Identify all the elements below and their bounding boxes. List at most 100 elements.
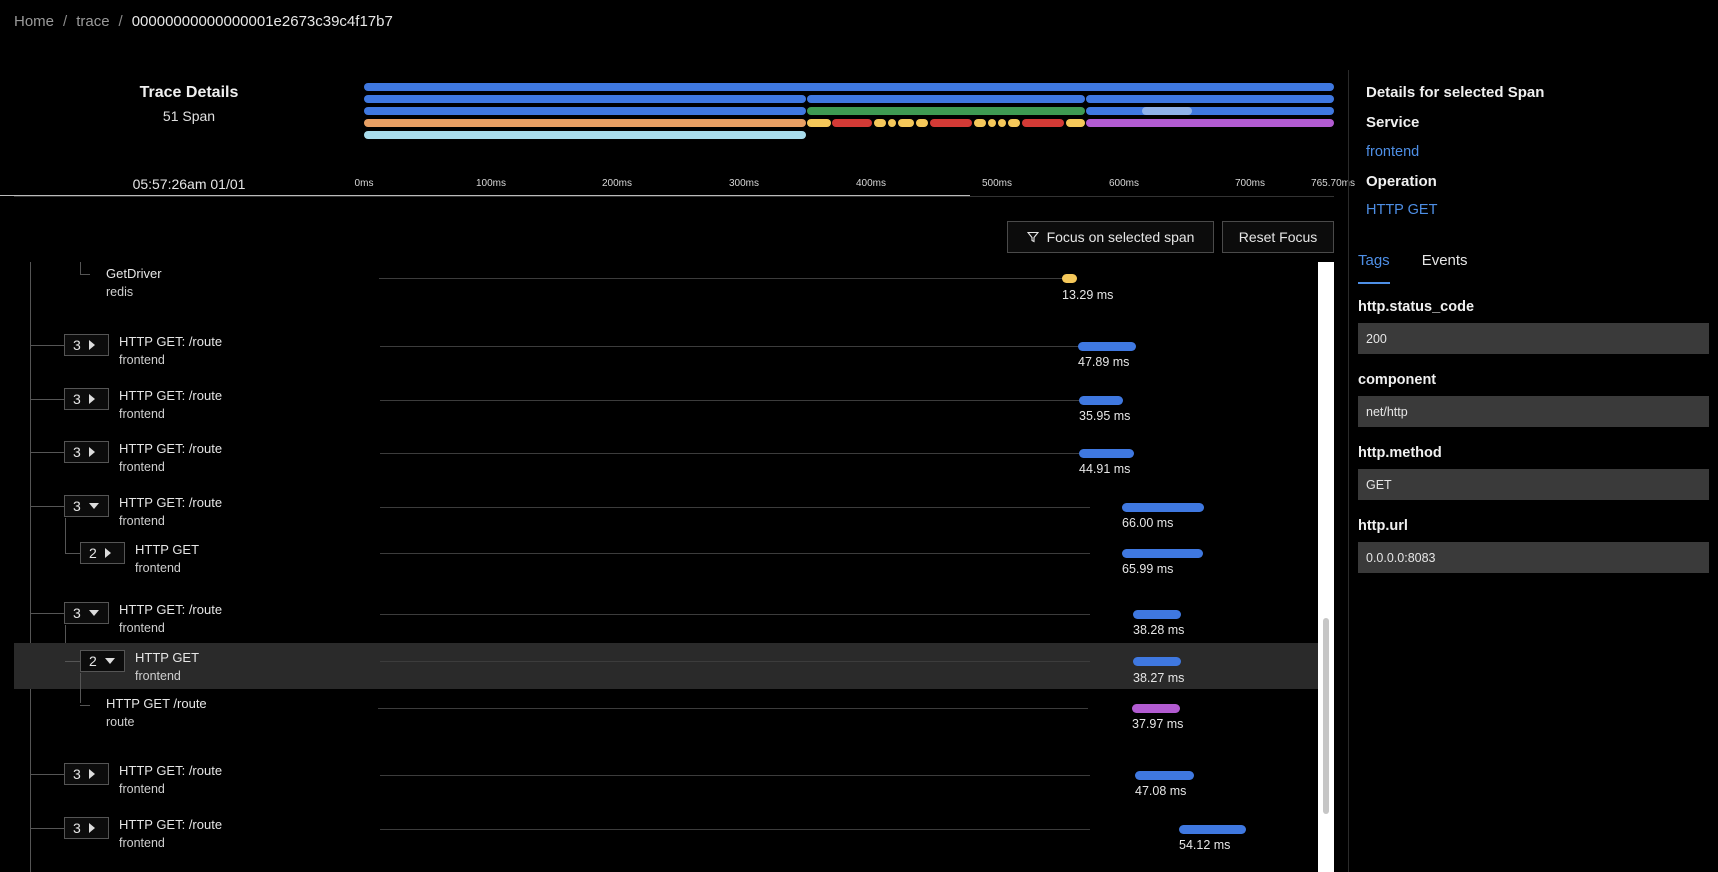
focus-selected-span-button[interactable]: Focus on selected span — [1007, 221, 1214, 253]
breadcrumb-trace[interactable]: trace — [76, 13, 109, 30]
breadcrumb: Home / trace / 00000000000000001e2673c39… — [14, 13, 393, 30]
tree-connector — [65, 661, 80, 662]
span-service: frontend — [119, 514, 165, 528]
span-track — [380, 553, 1090, 554]
minimap-bar — [1022, 119, 1064, 127]
expand-toggle[interactable]: 3 — [64, 334, 109, 356]
expand-toggle[interactable]: 2 — [80, 650, 125, 672]
breadcrumb-separator: / — [63, 13, 68, 30]
tag-value[interactable]: GET — [1358, 469, 1709, 500]
span-bar[interactable] — [1132, 704, 1180, 713]
span-bar[interactable] — [1078, 342, 1136, 351]
tree-connector — [31, 506, 66, 507]
span-bar[interactable] — [1062, 274, 1077, 283]
span-service: frontend — [119, 407, 165, 421]
minimap-bar — [1086, 107, 1334, 115]
operation-value[interactable]: HTTP GET — [1366, 202, 1437, 218]
span-duration: 37.97 ms — [1132, 717, 1184, 731]
span-bar[interactable] — [1122, 503, 1204, 512]
service-value[interactable]: frontend — [1366, 144, 1419, 160]
tree-connector — [65, 553, 80, 554]
minimap-svg — [364, 83, 1334, 139]
trace-start-time: 05:57:26am 01/01 — [132, 176, 246, 192]
minimap-bar — [988, 119, 996, 127]
span-service: frontend — [135, 669, 181, 683]
span-row[interactable]: 2 HTTP GET frontend 65.99 ms — [14, 536, 1318, 582]
span-row[interactable]: 3 HTTP GET: /route frontend 66.00 ms — [14, 490, 1318, 553]
child-count: 3 — [73, 444, 81, 460]
minimap-bar — [832, 119, 872, 127]
span-track — [378, 708, 1088, 709]
span-track — [380, 400, 1090, 401]
span-name: HTTP GET: /route — [119, 388, 223, 403]
caret-down-icon — [104, 658, 115, 664]
span-row-selected[interactable]: 2 HTTP GET frontend 38.27 ms — [14, 643, 1318, 703]
minimap-bar — [1086, 95, 1334, 103]
child-count: 2 — [89, 545, 97, 561]
tree-connector — [31, 345, 66, 346]
span-duration: 38.27 ms — [1133, 671, 1185, 685]
span-bar[interactable] — [1079, 449, 1134, 458]
child-count: 3 — [73, 605, 81, 621]
span-bar[interactable] — [1079, 396, 1123, 405]
span-row[interactable]: 3 HTTP GET: /route frontend 35.95 ms — [14, 383, 1318, 429]
minimap-bar — [974, 119, 986, 127]
span-bar[interactable] — [1122, 549, 1203, 558]
ruler-tick-label: 300ms — [728, 178, 760, 189]
span-bar[interactable] — [1133, 610, 1181, 619]
operation-label: Operation — [1366, 173, 1437, 190]
minimap-bar — [364, 107, 806, 115]
expand-toggle[interactable]: 3 — [64, 602, 109, 624]
expand-toggle[interactable]: 3 — [64, 763, 109, 785]
tab-events[interactable]: Events — [1422, 250, 1468, 284]
expand-toggle[interactable]: 2 — [80, 542, 125, 564]
tab-tags[interactable]: Tags — [1358, 250, 1390, 284]
span-row[interactable]: 3 HTTP GET: /route frontend 44.91 ms — [14, 436, 1318, 482]
span-service: frontend — [119, 460, 165, 474]
caret-right-icon — [104, 548, 111, 558]
span-service: frontend — [119, 353, 165, 367]
span-name: GetDriver — [106, 266, 162, 281]
child-count: 2 — [89, 653, 97, 669]
expand-toggle[interactable]: 3 — [64, 495, 109, 517]
tag-value[interactable]: net/http — [1358, 396, 1709, 427]
span-name: HTTP GET: /route — [119, 763, 223, 778]
span-row[interactable]: 3 HTTP GET: /route frontend 47.89 ms — [14, 329, 1318, 375]
minimap-bar — [1142, 107, 1192, 115]
tag-value[interactable]: 200 — [1358, 323, 1709, 354]
span-track — [380, 346, 1090, 347]
expand-toggle[interactable]: 3 — [64, 441, 109, 463]
span-tree: GetDriver redis 13.29 ms 3 HTTP GET: /ro… — [0, 262, 1334, 872]
tree-connector — [31, 452, 66, 453]
span-row[interactable]: 3 HTTP GET: /route frontend 54.12 ms — [14, 812, 1318, 858]
minimap-bar — [1008, 119, 1020, 127]
details-title: Details for selected Span — [1366, 84, 1545, 101]
service-label: Service — [1366, 114, 1420, 131]
breadcrumb-home[interactable]: Home — [14, 13, 54, 30]
scrollbar-thumb[interactable] — [1323, 618, 1329, 814]
span-row[interactable]: GetDriver redis 13.29 ms — [14, 262, 1318, 304]
expand-toggle[interactable]: 3 — [64, 817, 109, 839]
trace-minimap[interactable] — [364, 83, 1334, 143]
span-row[interactable]: 3 HTTP GET: /route frontend 47.08 ms — [14, 758, 1318, 804]
caret-down-icon — [88, 503, 99, 509]
span-name: HTTP GET: /route — [119, 441, 223, 456]
tag-key: http.method — [1358, 445, 1442, 461]
minimap-bar — [364, 95, 806, 103]
tag-value[interactable]: 0.0.0.0:8083 — [1358, 542, 1709, 573]
span-list-scrollbar[interactable] — [1318, 262, 1334, 872]
span-duration: 65.99 ms — [1122, 562, 1174, 576]
expand-toggle[interactable]: 3 — [64, 388, 109, 410]
reset-focus-button[interactable]: Reset Focus — [1222, 221, 1334, 253]
ruler-tick-label: 600ms — [1108, 178, 1140, 189]
span-row[interactable]: 3 HTTP GET: /route frontend 38.28 ms — [14, 597, 1318, 661]
span-bar[interactable] — [1133, 657, 1181, 666]
span-count: 51 Span — [162, 108, 216, 124]
span-bar[interactable] — [1135, 771, 1194, 780]
tree-connector — [31, 613, 66, 614]
span-row[interactable]: HTTP GET /route route 37.97 ms — [14, 689, 1318, 735]
caret-right-icon — [88, 823, 95, 833]
tag-key: http.status_code — [1358, 299, 1475, 315]
span-bar[interactable] — [1179, 825, 1246, 834]
header-divider — [14, 196, 1334, 197]
